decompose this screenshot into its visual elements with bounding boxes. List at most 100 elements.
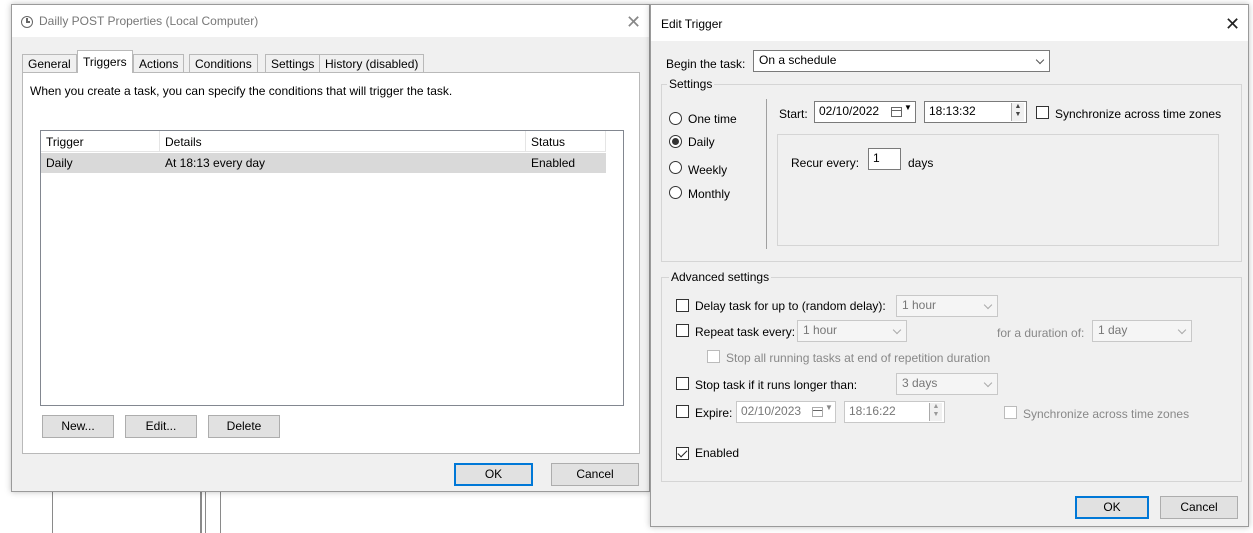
radio-one-time[interactable]: [669, 112, 682, 125]
task-properties-dialog: Dailly POST Properties (Local Computer) …: [11, 4, 650, 492]
delay-task-label: Delay task for up to (random delay):: [695, 299, 886, 313]
sync-timezones-label: Synchronize across time zones: [1055, 107, 1222, 121]
title-bar: Dailly POST Properties (Local Computer) …: [12, 5, 649, 37]
ok-button[interactable]: OK: [454, 463, 533, 486]
duration-value: 1 day: [1098, 323, 1128, 337]
expire-date-value: 02/10/2023: [741, 404, 802, 418]
radio-weekly-label: Weekly: [688, 163, 728, 177]
cancel-button[interactable]: Cancel: [551, 463, 639, 486]
background-window-edge-2: [220, 492, 221, 533]
begin-task-value: On a schedule: [759, 53, 837, 67]
stop-all-tasks-checkbox[interactable]: [707, 350, 720, 363]
delete-trigger-button[interactable]: Delete: [208, 415, 280, 438]
chevron-down-icon: [983, 378, 993, 388]
stop-task-label: Stop task if it runs longer than:: [695, 378, 858, 392]
stop-task-checkbox[interactable]: [676, 377, 689, 390]
recur-every-input[interactable]: 1: [868, 148, 901, 170]
chevron-down-icon: [892, 325, 902, 335]
expire-time-field[interactable]: 18:16:22 ▲ ▼: [844, 401, 945, 423]
triggers-table[interactable]: Trigger Details Status Daily At 18:13 ev…: [40, 130, 624, 406]
calendar-icon[interactable]: [891, 107, 902, 117]
expire-sync-label: Synchronize across time zones: [1023, 407, 1190, 421]
expire-checkbox[interactable]: [676, 405, 689, 418]
background-window-divider-2: [205, 492, 206, 533]
table-row[interactable]: Daily At 18:13 every day Enabled: [41, 153, 606, 173]
delay-value: 1 hour: [902, 298, 937, 312]
enabled-label: Enabled: [695, 446, 740, 460]
cell-status: Enabled: [531, 156, 576, 170]
window-title: Edit Trigger: [661, 17, 723, 31]
tab-settings[interactable]: Settings: [265, 54, 321, 72]
begin-task-select[interactable]: On a schedule: [753, 50, 1050, 72]
window-title: Dailly POST Properties (Local Computer): [39, 14, 259, 28]
triggers-description: When you create a task, you can specify …: [30, 84, 453, 98]
radio-daily-label: Daily: [688, 135, 715, 149]
background-window-divider: [200, 492, 202, 533]
start-label: Start:: [779, 107, 808, 121]
radio-monthly-label: Monthly: [688, 187, 731, 201]
time-spinner[interactable]: ▲ ▼: [929, 403, 942, 421]
repeat-task-label: Repeat task every:: [695, 325, 796, 339]
expire-label: Expire:: [695, 406, 733, 420]
time-spinner[interactable]: ▲ ▼: [1011, 103, 1024, 121]
tab-general[interactable]: General: [22, 54, 77, 72]
recurrence-panel: [777, 134, 1219, 246]
cancel-button[interactable]: Cancel: [1160, 496, 1238, 519]
stop-task-value: 3 days: [902, 376, 938, 390]
dropdown-arrow-icon: ▼: [825, 403, 833, 412]
edit-trigger-dialog: Edit Trigger ✕ Begin the task: On a sche…: [650, 4, 1249, 527]
stop-task-select[interactable]: 3 days: [896, 373, 998, 395]
recur-every-label: Recur every:: [791, 156, 860, 170]
tab-history[interactable]: History (disabled): [319, 54, 425, 72]
chevron-down-icon: [1035, 55, 1045, 65]
title-bar: Edit Trigger ✕: [651, 5, 1248, 41]
duration-select[interactable]: 1 day: [1092, 320, 1192, 342]
recur-every-value: 1: [873, 151, 880, 165]
tab-conditions[interactable]: Conditions: [189, 54, 258, 72]
recur-unit-label: days: [908, 156, 934, 170]
radio-daily[interactable]: [669, 135, 682, 148]
calendar-icon[interactable]: [812, 407, 823, 417]
repeat-interval-select[interactable]: 1 hour: [797, 320, 907, 342]
sync-timezones-checkbox[interactable]: [1036, 106, 1049, 119]
radio-monthly[interactable]: [669, 186, 682, 199]
table-header: Trigger Details Status: [41, 131, 606, 152]
radio-one-time-label: One time: [688, 112, 737, 126]
background-window-edge: [52, 492, 53, 533]
dropdown-arrow-icon: ▼: [904, 103, 912, 112]
chevron-down-icon: [983, 300, 993, 310]
begin-task-label: Begin the task:: [666, 57, 746, 71]
ok-button[interactable]: OK: [1075, 496, 1149, 519]
expire-date-picker[interactable]: 02/10/2023 ▼: [736, 401, 836, 423]
start-date-picker[interactable]: 02/10/2022 ▼: [814, 101, 916, 123]
column-header-status[interactable]: Status: [526, 131, 606, 152]
column-header-details[interactable]: Details: [160, 131, 526, 152]
duration-label: for a duration of:: [997, 326, 1085, 340]
expire-time-value: 18:16:22: [849, 404, 896, 418]
expire-sync-checkbox[interactable]: [1004, 406, 1017, 419]
delay-task-checkbox[interactable]: [676, 299, 689, 312]
repeat-task-checkbox[interactable]: [676, 324, 689, 337]
edit-trigger-button[interactable]: Edit...: [125, 415, 197, 438]
enabled-checkbox[interactable]: [676, 447, 689, 460]
start-date-value: 02/10/2022: [819, 104, 880, 118]
close-icon[interactable]: ✕: [626, 13, 641, 31]
chevron-down-icon: [1177, 325, 1187, 335]
settings-group-label: Settings: [667, 77, 715, 91]
advanced-settings-label: Advanced settings: [669, 270, 772, 284]
tab-triggers[interactable]: Triggers: [77, 50, 133, 73]
start-time-field[interactable]: 18:13:32 ▲ ▼: [924, 101, 1027, 123]
close-icon[interactable]: ✕: [1225, 15, 1240, 33]
new-trigger-button[interactable]: New...: [42, 415, 114, 438]
settings-divider: [766, 99, 767, 249]
tab-actions[interactable]: Actions: [133, 54, 185, 72]
clock-icon: [21, 16, 33, 28]
repeat-interval-value: 1 hour: [803, 323, 838, 337]
stop-all-tasks-label: Stop all running tasks at end of repetit…: [726, 351, 991, 365]
radio-weekly[interactable]: [669, 161, 682, 174]
cell-details: At 18:13 every day: [165, 156, 266, 170]
start-time-value: 18:13:32: [929, 104, 976, 118]
column-header-trigger[interactable]: Trigger: [41, 131, 160, 152]
delay-select[interactable]: 1 hour: [896, 295, 998, 317]
cell-trigger: Daily: [46, 156, 73, 170]
